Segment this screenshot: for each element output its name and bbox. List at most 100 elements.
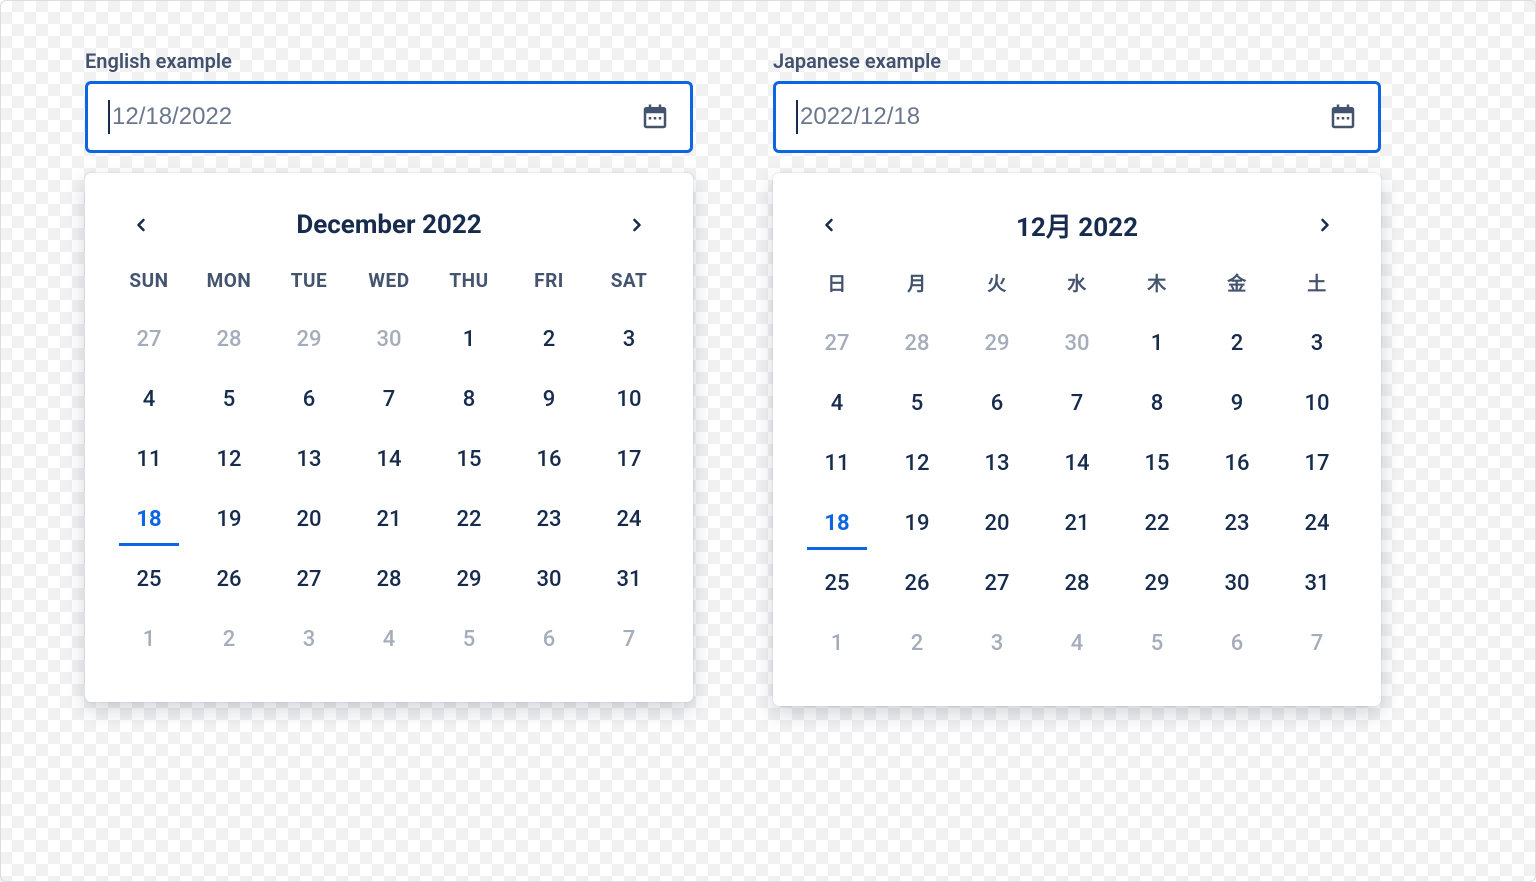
calendar-day-selected[interactable]: 18 <box>109 498 189 542</box>
calendar-day[interactable]: 7 <box>349 378 429 422</box>
calendar-day-outside[interactable]: 5 <box>429 618 509 662</box>
calendar-day[interactable]: 3 <box>589 318 669 362</box>
calendar-day[interactable]: 6 <box>269 378 349 422</box>
calendar-day[interactable]: 25 <box>797 562 877 606</box>
calendar-day[interactable]: 14 <box>1037 442 1117 486</box>
calendar-day[interactable]: 8 <box>429 378 509 422</box>
calendar-day[interactable]: 11 <box>109 438 189 482</box>
calendar-grid: 日月火水木金土272829301234567891011121314151617… <box>797 269 1357 666</box>
calendar-day[interactable]: 12 <box>189 438 269 482</box>
calendar-day-outside[interactable]: 1 <box>109 618 189 662</box>
next-month-button[interactable] <box>1305 205 1345 245</box>
calendar-day[interactable]: 21 <box>1037 502 1117 546</box>
calendar-day-outside[interactable]: 28 <box>189 318 269 362</box>
calendar-day[interactable]: 1 <box>429 318 509 362</box>
calendar-day-outside[interactable]: 4 <box>349 618 429 662</box>
calendar-day-outside[interactable]: 6 <box>1197 622 1277 666</box>
calendar-day[interactable]: 2 <box>1197 322 1277 366</box>
calendar-day[interactable]: 1 <box>1117 322 1197 366</box>
calendar-day[interactable]: 8 <box>1117 382 1197 426</box>
calendar-day-outside[interactable]: 28 <box>877 322 957 366</box>
calendar-day-outside[interactable]: 29 <box>957 322 1037 366</box>
calendar-day[interactable]: 22 <box>429 498 509 542</box>
calendar-day[interactable]: 31 <box>1277 562 1357 606</box>
calendar-day[interactable]: 7 <box>1037 382 1117 426</box>
calendar-day[interactable]: 9 <box>509 378 589 422</box>
calendar-popup: December 2022 SUNMONTUEWEDTHUFRISAT27282… <box>85 173 693 702</box>
calendar-day[interactable]: 16 <box>509 438 589 482</box>
calendar-day[interactable]: 29 <box>1117 562 1197 606</box>
calendar-day[interactable]: 29 <box>429 558 509 602</box>
calendar-day[interactable]: 20 <box>269 498 349 542</box>
calendar-day-outside[interactable]: 2 <box>189 618 269 662</box>
calendar-day-outside[interactable]: 3 <box>269 618 349 662</box>
field-label: Japanese example <box>773 49 1381 73</box>
weekday-header: TUE <box>269 269 349 302</box>
calendar-day[interactable]: 11 <box>797 442 877 486</box>
calendar-day-outside[interactable]: 30 <box>349 318 429 362</box>
calendar-day[interactable]: 6 <box>957 382 1037 426</box>
calendar-day-outside[interactable]: 4 <box>1037 622 1117 666</box>
calendar-day[interactable]: 5 <box>189 378 269 422</box>
calendar-icon[interactable] <box>1328 102 1358 132</box>
calendar-day[interactable]: 17 <box>589 438 669 482</box>
calendar-day[interactable]: 15 <box>429 438 509 482</box>
calendar-day[interactable]: 31 <box>589 558 669 602</box>
calendar-day[interactable]: 10 <box>589 378 669 422</box>
calendar-day[interactable]: 28 <box>349 558 429 602</box>
calendar-day[interactable]: 13 <box>957 442 1037 486</box>
calendar-day-outside[interactable]: 6 <box>509 618 589 662</box>
calendar-day[interactable]: 9 <box>1197 382 1277 426</box>
prev-month-button[interactable] <box>121 205 161 245</box>
calendar-day-outside[interactable]: 7 <box>1277 622 1357 666</box>
calendar-day[interactable]: 3 <box>1277 322 1357 366</box>
calendar-day-outside[interactable]: 7 <box>589 618 669 662</box>
calendar-day[interactable]: 24 <box>589 498 669 542</box>
prev-month-button[interactable] <box>809 205 849 245</box>
calendar-day[interactable]: 30 <box>509 558 589 602</box>
calendar-day[interactable]: 10 <box>1277 382 1357 426</box>
calendar-day[interactable]: 30 <box>1197 562 1277 606</box>
calendar-day[interactable]: 20 <box>957 502 1037 546</box>
calendar-day[interactable]: 26 <box>877 562 957 606</box>
next-month-button[interactable] <box>617 205 657 245</box>
calendar-day[interactable]: 19 <box>189 498 269 542</box>
field-label: English example <box>85 49 693 73</box>
calendar-day[interactable]: 21 <box>349 498 429 542</box>
calendar-day[interactable]: 4 <box>109 378 189 422</box>
calendar-day[interactable]: 15 <box>1117 442 1197 486</box>
calendar-day[interactable]: 2 <box>509 318 589 362</box>
calendar-day[interactable]: 23 <box>1197 502 1277 546</box>
calendar-day-outside[interactable]: 3 <box>957 622 1037 666</box>
calendar-day-selected[interactable]: 18 <box>797 502 877 546</box>
date-input-container[interactable] <box>773 81 1381 153</box>
date-input[interactable] <box>800 103 1328 131</box>
calendar-day-outside[interactable]: 29 <box>269 318 349 362</box>
date-input-container[interactable] <box>85 81 693 153</box>
calendar-day[interactable]: 5 <box>877 382 957 426</box>
calendar-day[interactable]: 16 <box>1197 442 1277 486</box>
calendar-day[interactable]: 24 <box>1277 502 1357 546</box>
calendar-day-outside[interactable]: 5 <box>1117 622 1197 666</box>
calendar-day[interactable]: 14 <box>349 438 429 482</box>
calendar-day[interactable]: 17 <box>1277 442 1357 486</box>
calendar-day[interactable]: 23 <box>509 498 589 542</box>
calendar-day[interactable]: 25 <box>109 558 189 602</box>
calendar-day[interactable]: 26 <box>189 558 269 602</box>
calendar-day[interactable]: 12 <box>877 442 957 486</box>
calendar-day[interactable]: 19 <box>877 502 957 546</box>
calendar-day[interactable]: 4 <box>797 382 877 426</box>
calendar-day[interactable]: 13 <box>269 438 349 482</box>
calendar-day-outside[interactable]: 27 <box>797 322 877 366</box>
calendar-day-outside[interactable]: 1 <box>797 622 877 666</box>
calendar-day-outside[interactable]: 30 <box>1037 322 1117 366</box>
calendar-day[interactable]: 27 <box>269 558 349 602</box>
calendar-day[interactable]: 28 <box>1037 562 1117 606</box>
calendar-day-outside[interactable]: 27 <box>109 318 189 362</box>
weekday-header: 水 <box>1037 269 1117 306</box>
calendar-day[interactable]: 22 <box>1117 502 1197 546</box>
calendar-icon[interactable] <box>640 102 670 132</box>
calendar-day-outside[interactable]: 2 <box>877 622 957 666</box>
calendar-day[interactable]: 27 <box>957 562 1037 606</box>
date-input[interactable] <box>112 103 640 131</box>
